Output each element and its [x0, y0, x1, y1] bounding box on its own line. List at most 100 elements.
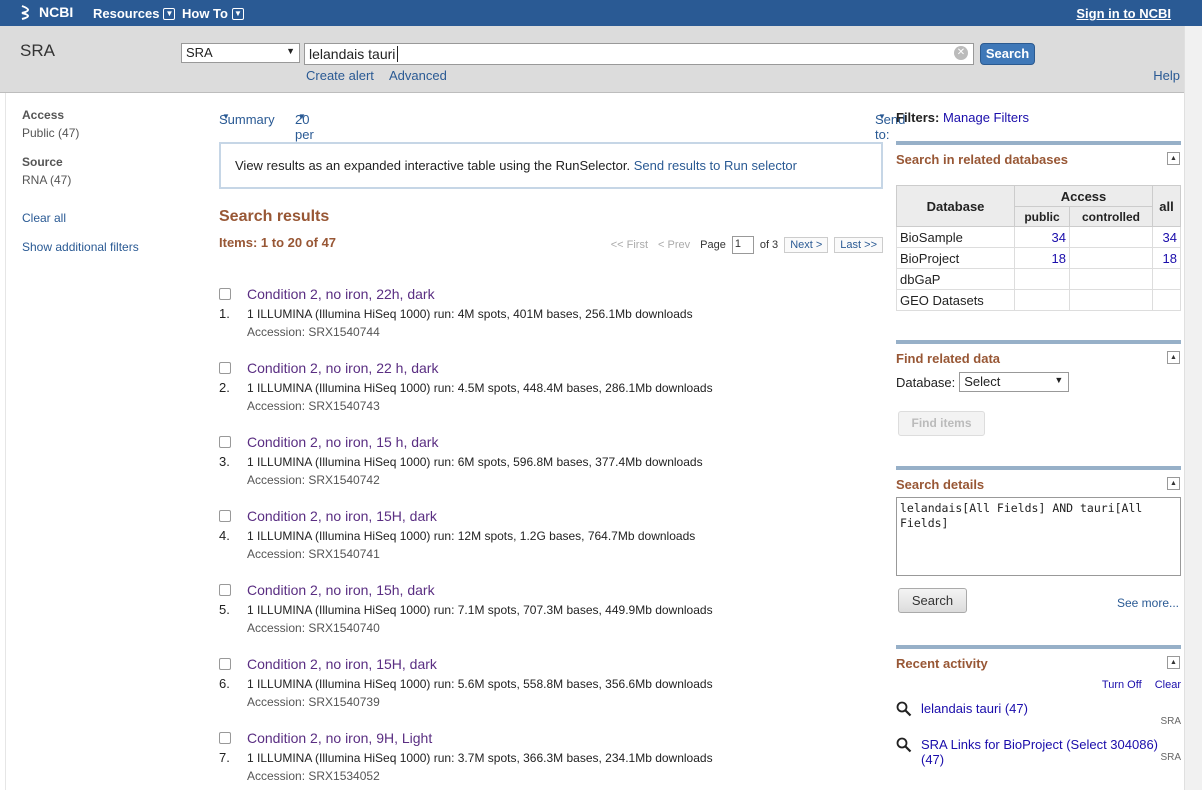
db-name: dbGaP	[896, 268, 1015, 290]
access-facet-heading: Access	[22, 108, 65, 122]
dropdown-arrow-icon: ▼	[222, 112, 230, 121]
db-all-link[interactable]: 18	[1163, 251, 1177, 266]
db-all-link[interactable]: 34	[1163, 230, 1177, 245]
result-accession: Accession: SRX1540741	[247, 547, 380, 561]
next-page-button[interactable]: Next >	[784, 237, 829, 253]
db-controlled-count	[1069, 226, 1153, 248]
result-description: 1 ILLUMINA (Illumina HiSeq 1000) run: 4M…	[247, 307, 693, 321]
result-title-link[interactable]: Condition 2, no iron, 15H, dark	[247, 656, 437, 672]
result-number: 7.	[219, 750, 230, 765]
advanced-search-link[interactable]: Advanced	[389, 68, 447, 83]
db-controlled-count	[1069, 268, 1153, 290]
search-band: SRA SRA ▼ lelandais tauri ✕ Search Creat…	[0, 26, 1202, 93]
db-name: BioProject	[896, 247, 1015, 269]
col-header-database: Database	[896, 185, 1015, 227]
collapse-toggle-icon[interactable]: ▲	[1167, 351, 1180, 364]
send-to-run-selector-link[interactable]: Send results to Run selector	[634, 158, 797, 173]
list-item: 5. Condition 2, no iron, 15h, dark 1 ILL…	[219, 582, 883, 656]
items-count: Items: 1 to 20 of 47	[219, 235, 337, 250]
recent-activity-db: SRA	[1160, 716, 1181, 727]
col-header-access: Access	[1014, 185, 1153, 207]
collapse-toggle-icon[interactable]: ▲	[1167, 477, 1180, 490]
dropdown-arrow-icon: ▼	[286, 46, 295, 56]
result-number: 6.	[219, 676, 230, 691]
result-checkbox[interactable]	[219, 584, 231, 596]
first-page-link[interactable]: << First	[611, 239, 648, 251]
pagination: << First < Prev Page 1 of 3 Next > Last …	[611, 236, 883, 254]
recent-activity-item[interactable]: lelandais tauri (47) SRA	[896, 701, 1181, 727]
result-checkbox[interactable]	[219, 732, 231, 744]
access-facet-public[interactable]: Public (47)	[22, 126, 192, 140]
db-public-link[interactable]: 18	[1052, 251, 1066, 266]
ncbi-logo[interactable]: NCBI	[20, 4, 73, 20]
result-title-link[interactable]: Condition 2, no iron, 15h, dark	[247, 582, 435, 598]
collapse-toggle-icon[interactable]: ▲	[1167, 656, 1180, 669]
see-more-link[interactable]: See more...	[1117, 596, 1179, 610]
db-controlled-count	[1069, 289, 1153, 311]
recent-activity-heading: Recent activity	[896, 656, 988, 671]
search-button[interactable]: Search	[980, 43, 1035, 65]
chevron-down-icon: ▼	[163, 7, 176, 20]
list-item: 1. Condition 2, no iron, 22h, dark 1 ILL…	[219, 286, 883, 360]
manage-filters-link[interactable]: Manage Filters	[943, 110, 1029, 125]
search-details-heading: Search details	[896, 477, 985, 492]
list-item: 7. Condition 2, no iron, 9H, Light 1 ILL…	[219, 730, 883, 804]
result-checkbox[interactable]	[219, 362, 231, 374]
result-description: 1 ILLUMINA (Illumina HiSeq 1000) run: 5.…	[247, 677, 713, 691]
result-title-link[interactable]: Condition 2, no iron, 15H, dark	[247, 508, 437, 524]
prev-page-link[interactable]: < Prev	[658, 239, 690, 251]
show-additional-filters-link[interactable]: Show additional filters	[22, 240, 192, 254]
clear-search-icon[interactable]: ✕	[954, 46, 968, 60]
howto-label: How To	[182, 6, 228, 21]
db-controlled-count	[1069, 247, 1153, 269]
result-checkbox[interactable]	[219, 658, 231, 670]
result-number: 1.	[219, 306, 230, 321]
page-scrollbar[interactable]	[1184, 26, 1202, 790]
related-database-select[interactable]: Select ▼	[959, 372, 1070, 392]
result-checkbox[interactable]	[219, 436, 231, 448]
database-select[interactable]: SRA ▼	[181, 43, 300, 63]
result-title-link[interactable]: Condition 2, no iron, 9H, Light	[247, 730, 432, 746]
clear-recent-link[interactable]: Clear	[1155, 679, 1181, 691]
resources-menu[interactable]: Resources ▼	[93, 6, 176, 21]
page-number-input[interactable]: 1	[731, 236, 754, 254]
db-public-count: 18	[1014, 247, 1070, 269]
filter-facets: Access Public (47) Source RNA (47) Clear…	[22, 108, 192, 254]
search-query-text: lelandais tauri	[309, 46, 396, 62]
sign-in-link[interactable]: Sign in to NCBI	[1076, 6, 1171, 21]
page-total: of 3	[759, 239, 779, 251]
db-public-link[interactable]: 34	[1052, 230, 1066, 245]
help-link[interactable]: Help	[1153, 68, 1180, 83]
result-title-link[interactable]: Condition 2, no iron, 22 h, dark	[247, 360, 438, 376]
search-details-actions: Search See more...	[896, 588, 1181, 618]
db-all-count: 34	[1152, 226, 1181, 248]
search-input[interactable]: lelandais tauri	[304, 43, 974, 65]
result-checkbox[interactable]	[219, 510, 231, 522]
find-related-heading: Find related data	[896, 351, 1001, 366]
turn-off-link[interactable]: Turn Off	[1102, 679, 1142, 691]
db-all-count	[1152, 289, 1181, 311]
search-details-textarea[interactable]: lelandais[All Fields] AND tauri[All Fiel…	[896, 497, 1181, 576]
list-item: 6. Condition 2, no iron, 15H, dark 1 ILL…	[219, 656, 883, 730]
col-header-controlled: controlled	[1069, 206, 1153, 227]
collapse-toggle-icon[interactable]: ▲	[1167, 152, 1180, 165]
source-facet-rna[interactable]: RNA (47)	[22, 173, 192, 187]
find-related-data-portlet: Find related data ▲ Database: Select ▼ F…	[896, 340, 1181, 436]
howto-menu[interactable]: How To ▼	[182, 6, 244, 21]
clear-all-link[interactable]: Clear all	[22, 211, 192, 225]
result-checkbox[interactable]	[219, 288, 231, 300]
top-navigation-bar: NCBI Resources ▼ How To ▼ Sign in to NCB…	[0, 0, 1202, 26]
ncbi-helix-icon	[21, 5, 29, 20]
create-alert-link[interactable]: Create alert	[306, 68, 374, 83]
database-label: Database:	[896, 374, 956, 390]
result-title-link[interactable]: Condition 2, no iron, 15 h, dark	[247, 434, 438, 450]
find-items-button[interactable]: Find items	[898, 411, 985, 436]
result-title-link[interactable]: Condition 2, no iron, 22h, dark	[247, 286, 435, 302]
search-details-portlet: Search details ▲ lelandais[All Fields] A…	[896, 466, 1181, 618]
last-page-button[interactable]: Last >>	[834, 237, 883, 253]
result-number: 3.	[219, 454, 230, 469]
recent-activity-text[interactable]: lelandais tauri (47)	[921, 701, 1181, 716]
search-details-button[interactable]: Search	[898, 588, 967, 613]
recent-activity-item[interactable]: SRA Links for BioProject (Select 304086)…	[896, 737, 1181, 767]
result-accession: Accession: SRX1540739	[247, 695, 380, 709]
